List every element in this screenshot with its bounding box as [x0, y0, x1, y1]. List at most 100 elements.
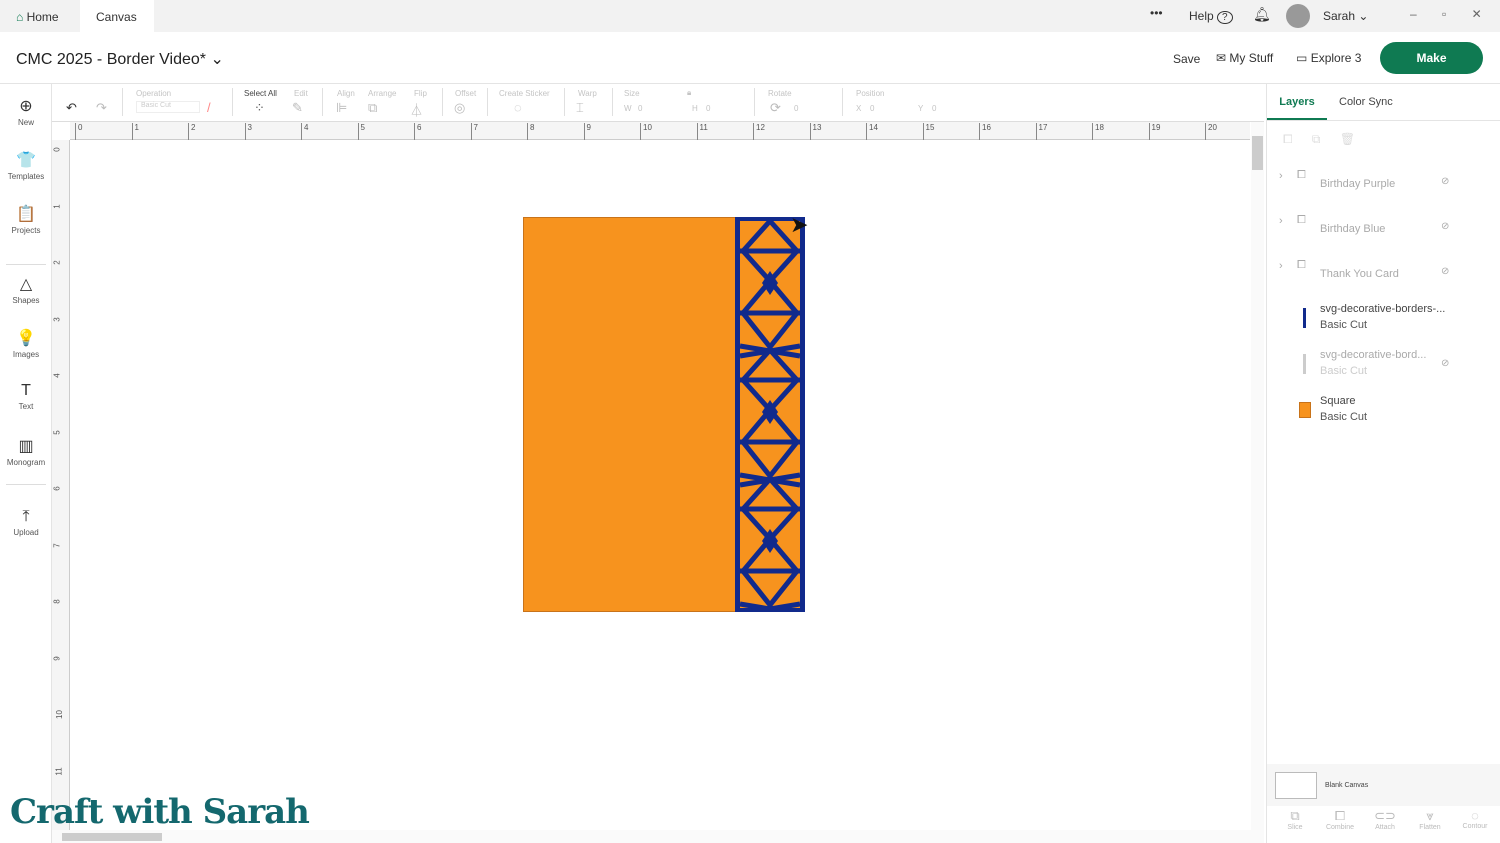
- sticker-icon[interactable]: ◌: [514, 100, 522, 115]
- warp-icon[interactable]: ⌶: [576, 100, 584, 116]
- divider: [6, 264, 46, 265]
- position-label: Position: [856, 89, 885, 98]
- lock-icon[interactable]: 🔒︎: [687, 88, 691, 98]
- sidebar-item-label: New: [17, 118, 34, 127]
- divider: [842, 88, 843, 116]
- layer-item[interactable]: svg-decorative-bord... Basic Cut ⊘: [1267, 346, 1500, 386]
- tab-layers[interactable]: Layers: [1267, 84, 1327, 120]
- decorative-border-shape[interactable]: [735, 217, 805, 612]
- layer-actions[interactable]: ⧠ ⧉ 🗑︎: [1283, 132, 1355, 147]
- sidebar-item-monogram[interactable]: ▥ Monogram: [0, 436, 52, 467]
- rotate-icon[interactable]: ⟳: [770, 100, 781, 116]
- layer-name: svg-decorative-borders-...: [1320, 303, 1446, 315]
- action-label: Combine: [1325, 824, 1354, 831]
- ruler-tick: 12: [753, 123, 765, 140]
- flip-label: Flip: [414, 89, 427, 98]
- chevron-right-icon[interactable]: ›: [1279, 260, 1283, 272]
- select-all-icon[interactable]: ⁘: [254, 100, 265, 116]
- tab-home[interactable]: ⌂ Home: [0, 0, 80, 32]
- sidebar-item-images[interactable]: 💡 Images: [0, 328, 52, 359]
- rotate-input[interactable]: 0: [794, 104, 798, 113]
- sidebar-item-shapes[interactable]: △ Shapes: [0, 274, 52, 305]
- sidebar-item-text[interactable]: T Text: [0, 382, 52, 411]
- eye-hidden-icon[interactable]: ⊘: [1441, 176, 1449, 187]
- tab-color-sync[interactable]: Color Sync: [1339, 84, 1393, 120]
- layer-name: Thank You Card: [1320, 268, 1399, 280]
- arrange-icon[interactable]: ⧉: [368, 100, 377, 116]
- width-input[interactable]: 0: [638, 104, 642, 113]
- design-canvas[interactable]: ➤: [70, 140, 1250, 830]
- my-stuff-label: My Stuff: [1229, 51, 1274, 65]
- align-icon[interactable]: ⊫: [336, 100, 347, 116]
- layer-item[interactable]: › ⧠ Birthday Purple ⊘: [1267, 164, 1500, 204]
- project-name: CMC 2025 - Border Video*: [16, 51, 207, 68]
- layer-name: Birthday Blue: [1320, 223, 1386, 235]
- ruler-tick: 4: [301, 123, 308, 140]
- user-menu[interactable]: Sarah ⌄: [1323, 9, 1368, 23]
- sidebar-item-label: Shapes: [12, 296, 40, 305]
- y-input[interactable]: 0: [932, 104, 936, 113]
- bell-icon[interactable]: 🔔︎: [1253, 6, 1271, 23]
- sidebar-item-label: Upload: [13, 528, 39, 537]
- offset-icon[interactable]: ◎: [454, 100, 465, 116]
- vertical-ruler: 0 1 2 3 4 5 6 7 8 9 10 11: [52, 140, 70, 830]
- flatten-button[interactable]: ⩔ Flatten: [1410, 808, 1450, 831]
- project-title[interactable]: CMC 2025 - Border Video* ⌄: [16, 49, 224, 69]
- sidebar-item-upload[interactable]: ⤒ Upload: [0, 508, 52, 537]
- layer-item[interactable]: svg-decorative-borders-... Basic Cut: [1267, 300, 1500, 340]
- tab-canvas[interactable]: Canvas: [80, 0, 154, 32]
- ruler-tick: 5: [357, 123, 365, 140]
- sidebar-item-label: Images: [12, 350, 40, 359]
- flip-icon[interactable]: ⏃: [410, 100, 423, 119]
- ruler-tick: 9: [52, 655, 62, 661]
- layer-item[interactable]: Square Basic Cut: [1267, 392, 1500, 432]
- ruler-tick: 11: [696, 123, 708, 140]
- ruler-tick: 2: [52, 260, 62, 265]
- vertical-scrollbar[interactable]: [1251, 122, 1264, 830]
- layer-operation: Basic Cut: [1320, 319, 1368, 331]
- chevron-right-icon[interactable]: ›: [1279, 215, 1283, 227]
- more-menu-button[interactable]: •••: [1150, 6, 1163, 20]
- monogram-icon: ▥: [18, 438, 34, 455]
- sidebar-item-new[interactable]: ⊕ New: [0, 96, 52, 127]
- chevron-right-icon[interactable]: ›: [1279, 170, 1283, 182]
- action-label: Flatten: [1419, 824, 1441, 831]
- my-stuff-button[interactable]: ✉ My Stuff: [1216, 51, 1273, 65]
- blank-canvas-row[interactable]: Blank Canvas: [1267, 764, 1500, 806]
- sidebar-item-templates[interactable]: 👕 Templates: [0, 150, 52, 181]
- undo-icon[interactable]: ↶: [66, 100, 77, 116]
- operation-select[interactable]: Basic Cut: [136, 101, 200, 113]
- eye-hidden-icon[interactable]: ⊘: [1441, 358, 1449, 369]
- machine-select[interactable]: ▭ Explore 3: [1296, 51, 1361, 65]
- edit-icon[interactable]: ✎: [292, 100, 303, 116]
- chevron-down-icon: ⌄: [210, 51, 224, 68]
- border-swatch-icon: [1303, 354, 1306, 374]
- group-icon: ⧠: [1297, 259, 1306, 271]
- make-button[interactable]: Make: [1380, 42, 1483, 74]
- slice-button[interactable]: ⧉ Slice: [1275, 808, 1315, 831]
- eye-hidden-icon[interactable]: ⊘: [1441, 221, 1449, 232]
- eye-hidden-icon[interactable]: ⊘: [1441, 266, 1449, 277]
- contour-button[interactable]: ◌ Contour: [1455, 808, 1495, 830]
- layer-item[interactable]: › ⧠ Thank You Card ⊘: [1267, 254, 1500, 294]
- combine-button[interactable]: ⧠ Combine: [1320, 808, 1360, 831]
- save-button[interactable]: Save: [1173, 52, 1200, 66]
- x-input[interactable]: 0: [870, 104, 874, 113]
- help-button[interactable]: Help ?: [1189, 9, 1233, 24]
- avatar[interactable]: [1286, 4, 1310, 28]
- window-controls[interactable]: – ▫ ✕: [1410, 7, 1482, 21]
- border-swatch-icon: [1303, 308, 1306, 328]
- attach-button[interactable]: ⊂⊃ Attach: [1365, 808, 1405, 831]
- sidebar-item-projects[interactable]: 📋 Projects: [0, 204, 52, 235]
- action-label: Attach: [1375, 824, 1395, 831]
- layer-item[interactable]: › ⧠ Birthday Blue ⊘: [1267, 209, 1500, 249]
- help-icon: ?: [1217, 11, 1233, 24]
- ruler-tick: 1: [131, 123, 139, 140]
- height-input[interactable]: 0: [706, 104, 710, 113]
- ruler-tick: 20: [1205, 123, 1217, 140]
- text-icon: T: [21, 382, 31, 399]
- pen-color-icon[interactable]: /: [207, 100, 211, 115]
- new-icon: ⊕: [19, 98, 33, 115]
- redo-icon[interactable]: ↷: [96, 100, 107, 116]
- action-label: Slice: [1287, 824, 1303, 831]
